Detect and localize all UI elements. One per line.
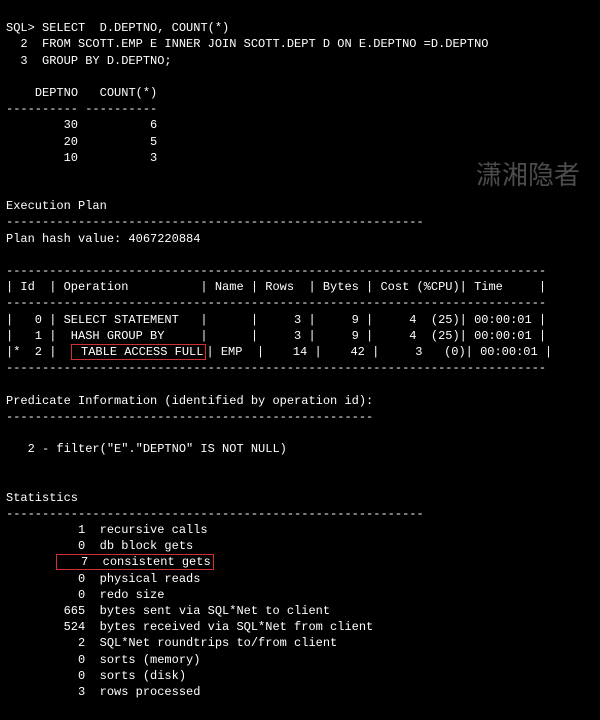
sql-line-2: FROM SCOTT.EMP E INNER JOIN SCOTT.DEPT D… [42,37,488,51]
col-header-count: COUNT(*) [100,86,158,100]
plan-sep: ----------------------------------------… [6,296,546,310]
predicate-line: 2 - filter("E"."DEPTNO" IS NOT NULL) [6,442,287,456]
sql-prompt: SQL> [6,21,35,35]
col-header-deptno: DEPTNO [35,86,78,100]
plan-row-2a: |* 2 | [6,345,71,359]
terminal-output: SQL> SELECT D.DEPTNO, COUNT(*) 2 FROM SC… [0,0,600,720]
divider: ----------------------------------------… [6,507,424,521]
section-exec-plan: Execution Plan [6,199,107,213]
section-statistics: Statistics [6,491,78,505]
cell: 3 [150,151,157,165]
plan-sep: ----------------------------------------… [6,361,546,375]
cell: 10 [64,151,78,165]
sql-line-2-num: 2 [20,37,27,51]
watermark: 潇湘隐者 [476,158,580,193]
plan-row-2b: | EMP | 14 | 42 | 3 (0)| 00:00:01 | [206,345,552,359]
cell: 30 [64,118,78,132]
col-dash: ---------- [6,102,78,116]
sql-line-3: GROUP BY D.DEPTNO; [42,54,172,68]
col-dash: ---------- [85,102,157,116]
plan-row-2-highlight: TABLE ACCESS FULL [71,344,207,360]
cell: 5 [150,135,157,149]
plan-sep: ----------------------------------------… [6,264,546,278]
plan-row-1: | 1 | HASH GROUP BY | | 3 | 9 | 4 (25)| … [6,329,546,343]
sql-line-1: SELECT D.DEPTNO, COUNT(*) [42,21,229,35]
plan-row-0: | 0 | SELECT STATEMENT | | 3 | 9 | 4 (25… [6,313,546,327]
plan-header: | Id | Operation | Name | Rows | Bytes |… [6,280,546,294]
divider: ----------------------------------------… [6,215,424,229]
stats-rows: 1 recursive calls 0 db block gets 7 cons… [6,523,373,699]
section-predicate: Predicate Information (identified by ope… [6,394,373,408]
cell: 6 [150,118,157,132]
sql-line-3-num: 3 [20,54,27,68]
plan-hash: Plan hash value: 4067220884 [6,232,200,246]
stat-highlight: 7 consistent gets [56,554,213,570]
cell: 20 [64,135,78,149]
